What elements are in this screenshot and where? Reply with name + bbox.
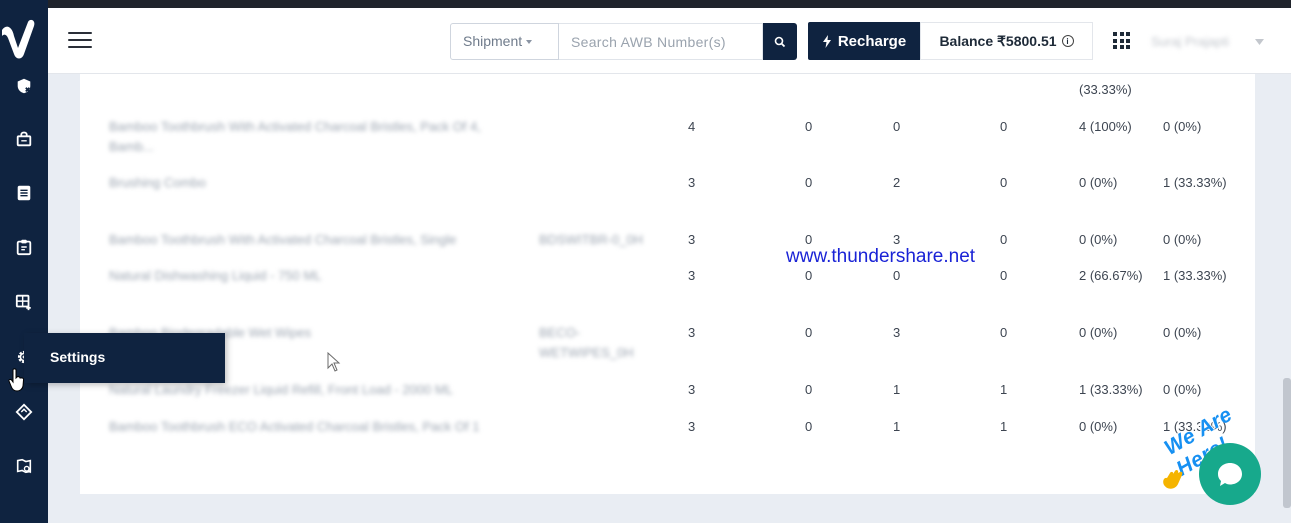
table-cell: 0 (0%) xyxy=(1079,175,1118,190)
wallet-balance[interactable]: Balance ₹5800.51 i xyxy=(920,22,1093,60)
grid-plus-icon[interactable] xyxy=(0,288,48,316)
recharge-button[interactable]: Recharge xyxy=(808,22,920,60)
table-cell: 1 xyxy=(1000,419,1008,434)
window-top-strip xyxy=(0,0,1291,8)
table-cell: 0 xyxy=(805,325,813,340)
table-cell: 0 (0%) xyxy=(1163,325,1202,340)
product-name: Natural Dishwashing Liquid - 750 ML xyxy=(109,268,322,283)
table-cell: 0 xyxy=(805,119,813,134)
list-icon[interactable] xyxy=(0,179,48,207)
table-cell: 3 xyxy=(688,382,696,397)
clipboard-icon[interactable] xyxy=(0,233,48,261)
sku-report-table: (33.33%) Bamboo Toothbrush With Activate… xyxy=(80,74,1255,494)
table-cell: 4 xyxy=(688,119,696,134)
table-cell: 0 (0%) xyxy=(1163,382,1202,397)
table-cell: 1 xyxy=(893,382,901,397)
table-cell: 0 xyxy=(805,382,813,397)
table-cell: 0 (0%) xyxy=(1079,325,1118,340)
shield-x-icon[interactable] xyxy=(0,72,48,100)
search-button[interactable] xyxy=(763,23,797,60)
hand-cursor-icon xyxy=(8,368,25,392)
table-cell: 1 xyxy=(1000,382,1008,397)
brand-logo[interactable] xyxy=(0,16,40,66)
balance-text: Balance ₹5800.51 xyxy=(939,32,1057,49)
table-cell: 0 (0%) xyxy=(1163,232,1202,247)
caret-down-icon xyxy=(526,40,533,45)
user-caret-icon[interactable] xyxy=(1255,39,1264,45)
table-cell: 3 xyxy=(688,419,696,434)
chat-button[interactable] xyxy=(1199,443,1261,505)
table-cell: 1 (33.33%) xyxy=(1163,175,1227,190)
table-cell: 0 xyxy=(893,268,901,283)
table-cell: 0 (0%) xyxy=(1079,232,1118,247)
table-cell: 0 xyxy=(805,175,813,190)
table-cell: 0 xyxy=(893,119,901,134)
table-cell: 3 xyxy=(688,232,696,247)
sku-code: BECO-WETWIPES_0H xyxy=(539,325,634,360)
top-header: Shipment Recharge Balance ₹5800.51 i Sur… xyxy=(48,8,1291,74)
table-cell: 0 xyxy=(1000,119,1008,134)
menu-toggle-button[interactable] xyxy=(68,32,92,50)
sku-code: BDSWITBR-0_0H xyxy=(539,232,644,247)
table-cell: 4 (100%) xyxy=(1079,119,1132,134)
recharge-label: Recharge xyxy=(837,32,907,50)
table-cell: 3 xyxy=(688,175,696,190)
table-cell: (33.33%) xyxy=(1079,82,1132,97)
table-cell: 0 xyxy=(1000,175,1008,190)
pointer-cursor-icon xyxy=(327,352,341,372)
table-cell: 0 xyxy=(805,268,813,283)
product-name: Natural Laundry Freezer Liquid Refill, F… xyxy=(109,382,453,397)
waving-hand-icon xyxy=(1163,469,1183,489)
user-menu[interactable]: Suraj Prajapti xyxy=(1151,34,1229,49)
table-cell: 2 (66.67%) xyxy=(1079,268,1143,283)
apps-grid-icon[interactable] xyxy=(1113,32,1130,49)
diamond-icon[interactable] xyxy=(0,398,48,426)
settings-tooltip: Settings xyxy=(24,333,225,383)
info-icon[interactable]: i xyxy=(1061,35,1074,47)
table-cell: 1 (33.33%) xyxy=(1079,382,1143,397)
table-cell: 0 xyxy=(805,419,813,434)
search-icon xyxy=(774,36,786,47)
table-cell: 0 (0%) xyxy=(1163,119,1202,134)
shipment-dropdown-label: Shipment xyxy=(463,33,523,49)
table-cell: 1 xyxy=(893,419,901,434)
table-cell: 2 xyxy=(893,175,901,190)
product-name: Bamboo Toothbrush ECO Activated Charcoal… xyxy=(109,419,480,434)
product-name: Brushing Combo xyxy=(109,175,206,190)
table-cell: 0 xyxy=(1000,268,1008,283)
table-cell: 3 xyxy=(893,325,901,340)
sidebar xyxy=(0,0,48,523)
table-cell: 0 xyxy=(1000,325,1008,340)
shipment-type-dropdown[interactable]: Shipment xyxy=(450,23,559,60)
cart-icon[interactable] xyxy=(0,125,48,153)
table-cell: 1 (33.33%) xyxy=(1163,268,1227,283)
table-cell: 0 xyxy=(1000,232,1008,247)
product-name: Bamboo Toothbrush With Activated Charcoa… xyxy=(109,119,481,154)
map-icon[interactable] xyxy=(0,452,48,480)
watermark-text: www.thundershare.net xyxy=(786,246,976,267)
lightning-icon xyxy=(822,34,831,48)
table-cell: 3 xyxy=(688,325,696,340)
table-cell: 3 xyxy=(688,268,696,283)
chat-bubble-icon xyxy=(1218,463,1242,486)
table-cell: 0 (0%) xyxy=(1079,419,1118,434)
awb-search-input[interactable] xyxy=(559,23,763,60)
page-scrollbar[interactable] xyxy=(1283,378,1291,508)
product-name: Bamboo Toothbrush With Activated Charcoa… xyxy=(109,232,457,247)
